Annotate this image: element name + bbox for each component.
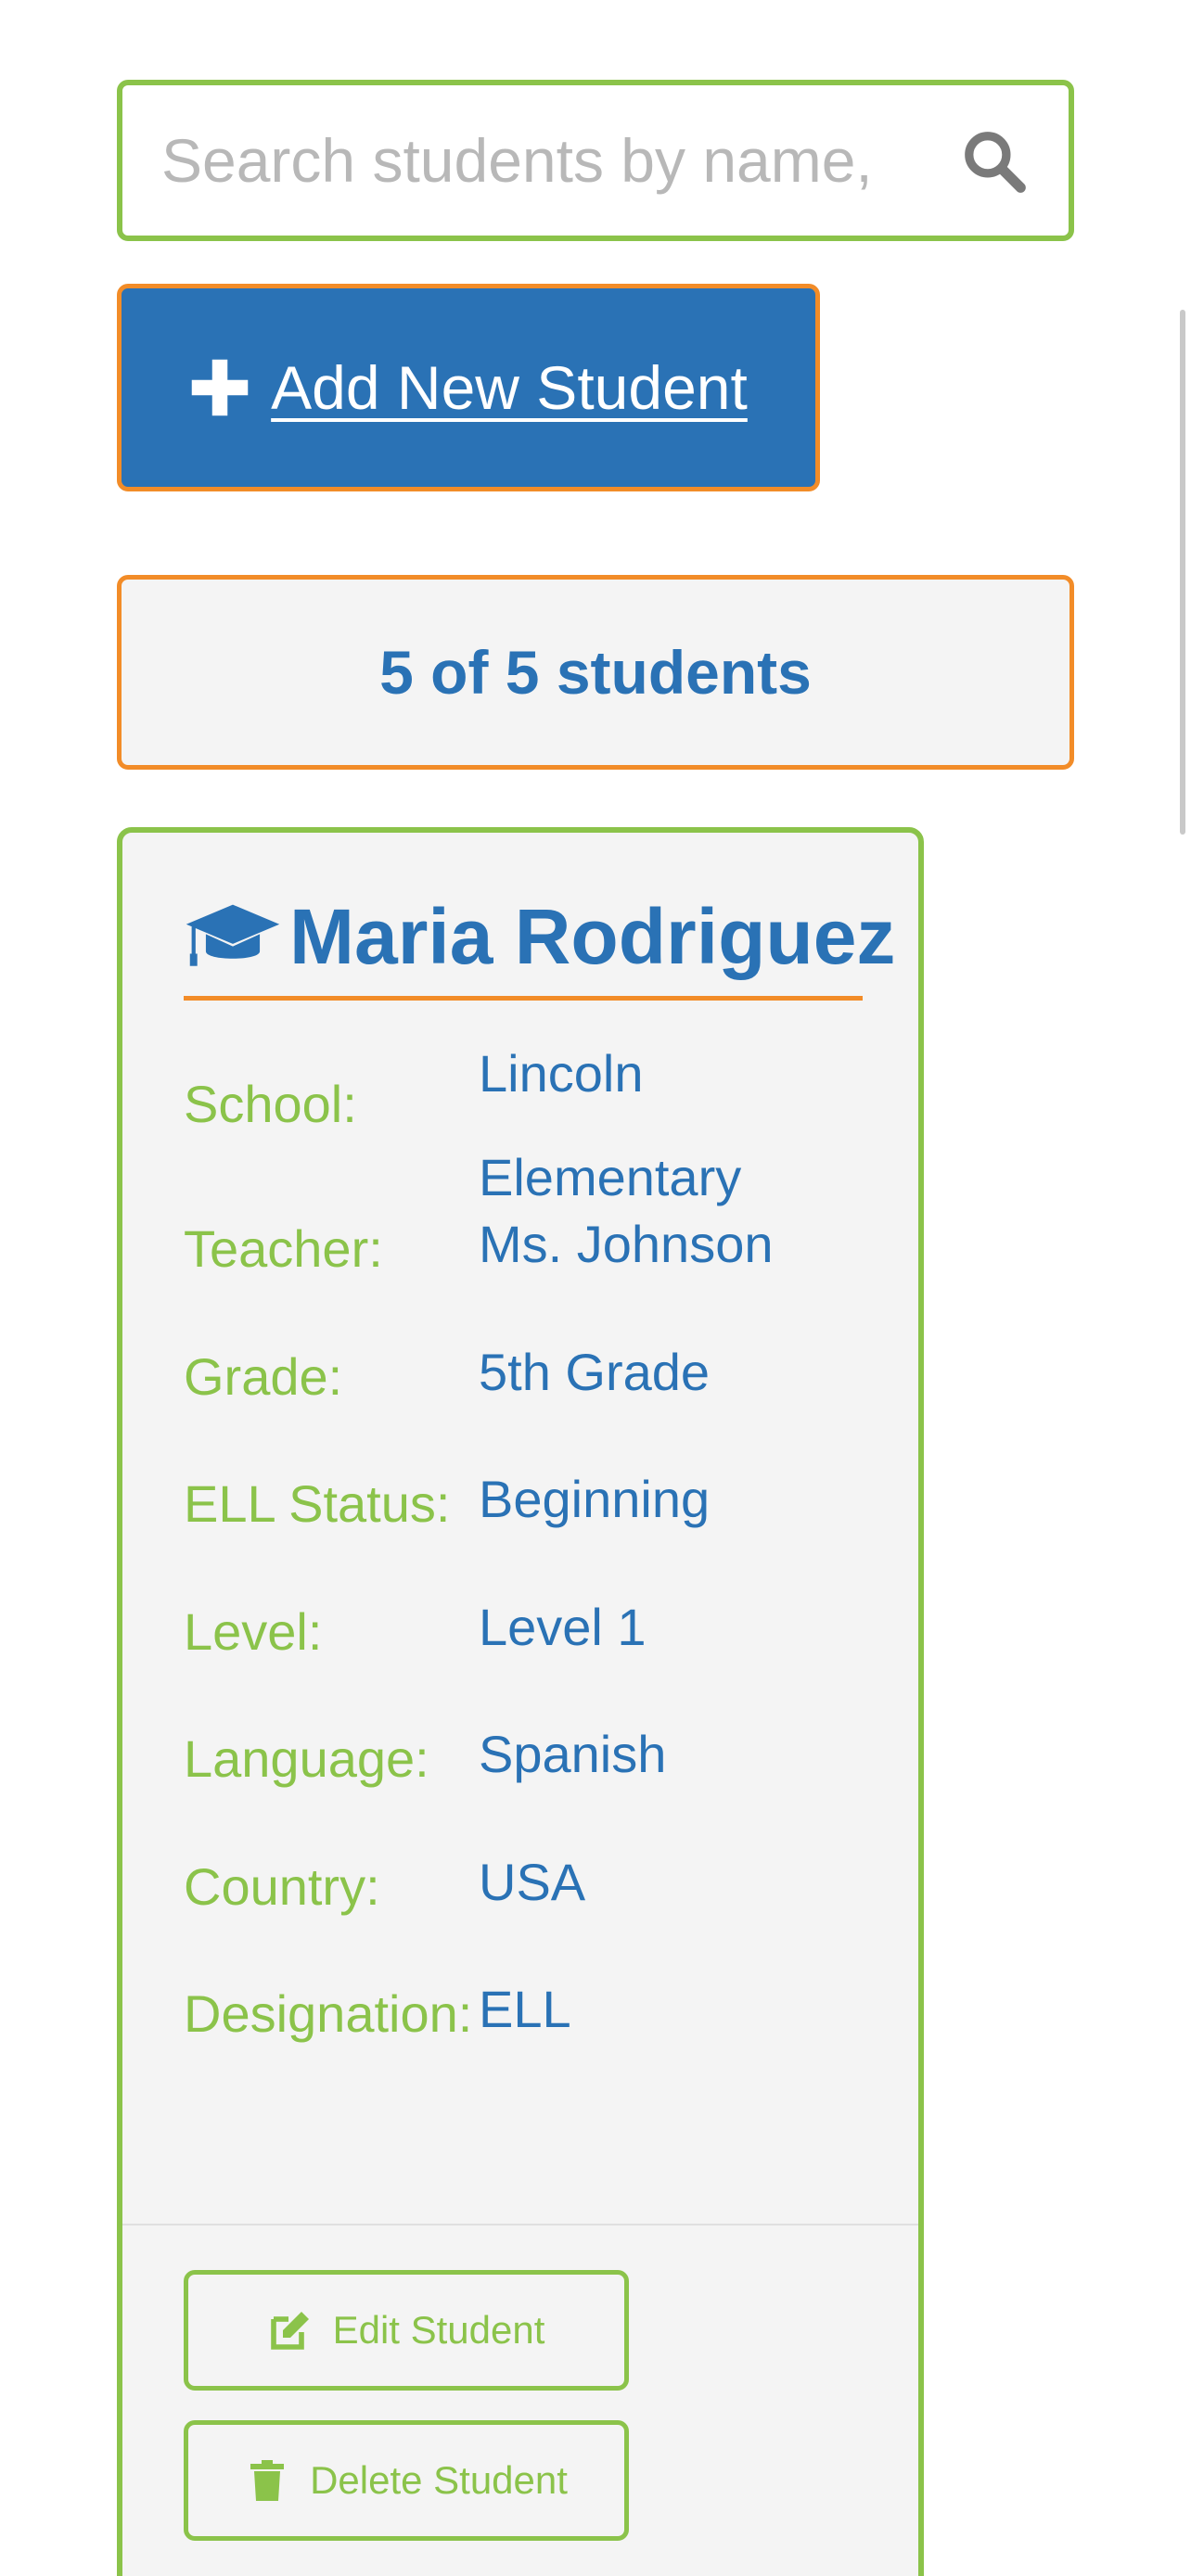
search-icon[interactable] [959, 126, 1028, 195]
edit-student-button[interactable]: Edit Student [184, 2270, 629, 2391]
add-new-student-button[interactable]: Add New Student [117, 284, 820, 491]
detail-value: Level 1 [479, 1598, 647, 1656]
graduation-cap-icon [186, 904, 280, 966]
add-new-student-label: Add New Student [271, 353, 748, 422]
student-card: Maria Rodriguez School: Lincoln Elementa… [117, 827, 924, 2576]
detail-label: Grade: [184, 1347, 343, 1406]
student-name: Maria Rodriguez [289, 892, 896, 980]
detail-value: ELL [479, 1980, 571, 2038]
detail-value: Ms. Johnson [479, 1215, 774, 1273]
edit-student-label: Edit Student [332, 2308, 545, 2352]
detail-label: Language: [184, 1729, 429, 1788]
search-input[interactable] [122, 84, 941, 236]
detail-label: Level: [184, 1602, 323, 1661]
detail-value: USA [479, 1853, 586, 1911]
delete-student-button[interactable]: Delete Student [184, 2420, 629, 2541]
plus-icon [191, 359, 249, 416]
detail-label: School: [184, 1075, 357, 1133]
detail-label: Country: [184, 1857, 380, 1916]
search-bar[interactable] [117, 80, 1074, 241]
card-divider [122, 2224, 918, 2225]
detail-label: Designation: [184, 1984, 473, 2043]
detail-value: Beginning [479, 1470, 711, 1528]
student-list-page: Add New Student 5 of 5 students Maria Ro… [0, 0, 1191, 2576]
student-count-summary: 5 of 5 students [117, 575, 1074, 770]
detail-value: 5th Grade [479, 1343, 711, 1401]
trash-icon [250, 2460, 285, 2501]
page-scrollbar[interactable] [1180, 310, 1185, 835]
detail-value: Spanish [479, 1725, 667, 1783]
edit-icon [270, 2312, 309, 2350]
delete-student-label: Delete Student [310, 2458, 568, 2502]
detail-label: ELL Status: [184, 1474, 451, 1533]
detail-label: Teacher: [184, 1219, 383, 1278]
student-card-header: Maria Rodriguez [184, 877, 895, 1001]
